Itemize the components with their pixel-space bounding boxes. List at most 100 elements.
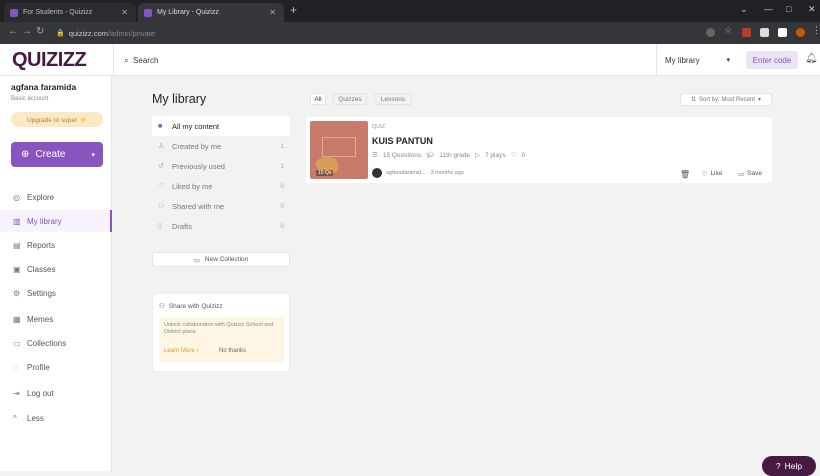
account-type: Basic account <box>11 96 49 102</box>
grade-icon: 🎓︎ <box>426 152 435 159</box>
sidebar-item-label: Profile <box>27 362 50 372</box>
sidebar-item-label: Memes <box>27 314 54 324</box>
sidebar-item-label: Reports <box>27 240 56 250</box>
filter-tab-lessons[interactable]: Lessons <box>374 93 412 105</box>
star-icon[interactable]: ☆ <box>724 25 733 35</box>
library-menu-label: Shared with me <box>172 201 225 211</box>
sidebar-item-reports[interactable]: ▤ Reports <box>0 234 112 256</box>
quiz-type-label: QUIZ <box>372 124 386 130</box>
back-icon[interactable]: ← <box>8 26 18 37</box>
share-icon[interactable] <box>706 28 715 37</box>
puzzle-icon[interactable] <box>760 28 769 37</box>
user-name: agfana faramida <box>11 82 77 92</box>
sidebar: agfana faramida Basic account Upgrade to… <box>0 76 112 471</box>
library-menu-label: Drafts <box>172 221 193 231</box>
thumbnail-question-count: 15 Qs <box>316 170 334 176</box>
tab-search-icon[interactable]: ⌄ <box>740 4 748 15</box>
minimize-icon[interactable]: — <box>764 4 773 14</box>
library-menu-label: Created by me <box>172 141 222 151</box>
sidebar-item-my-library[interactable]: ▥ My library <box>0 210 112 232</box>
library-menu-count: 1 <box>280 162 284 170</box>
trash-icon[interactable]: 🗑︎ <box>680 170 690 179</box>
search-input[interactable]: ⌕ Search <box>113 44 643 76</box>
page-title: My library <box>152 92 207 106</box>
library-menu-shared-with-me[interactable]: ⚇ Shared with me 0 <box>152 196 290 216</box>
sidebar-item-collections[interactable]: ▭ Collections <box>0 332 112 354</box>
folder-icon: ▭ <box>738 170 745 178</box>
arrow-right-icon: › <box>196 348 199 354</box>
like-button[interactable]: ♡ Like <box>696 167 728 180</box>
library-menu-liked-by-me[interactable]: ♡ Liked by me 0 <box>152 176 290 196</box>
new-tab-button[interactable]: + <box>290 3 297 17</box>
quiz-likes: 0 <box>521 151 526 159</box>
close-window-icon[interactable]: ✕ <box>808 4 816 15</box>
profile-avatar-icon[interactable] <box>796 28 805 37</box>
quiz-author: agfanafaramid... · 3 months ago <box>386 170 464 176</box>
extension-icon[interactable] <box>742 28 751 37</box>
no-thanks-link[interactable]: No thanks <box>219 348 246 354</box>
list-icon: ☰ <box>372 152 378 159</box>
avatar <box>372 168 382 178</box>
url-host: quizizz.com <box>68 28 108 38</box>
sort-icon: ⇅ <box>690 97 696 103</box>
sidebar-item-classes[interactable]: ▣ Classes <box>0 258 112 280</box>
filter-tab-all[interactable]: All <box>310 93 326 105</box>
learn-more-link[interactable]: Learn More › <box>164 348 198 354</box>
library-icon: ▥ <box>13 216 21 226</box>
search-placeholder: Search <box>133 55 159 65</box>
sidebar-item-label: Collections <box>27 338 67 348</box>
url-field[interactable]: 🔒 quizizz.com/admin/private <box>56 26 676 40</box>
reload-icon[interactable]: ↻ <box>36 26 44 37</box>
save-button[interactable]: ▭ Save <box>732 167 768 180</box>
browser-tab-students[interactable]: For Students - Quizizz ✕ <box>4 3 136 22</box>
new-collection-button[interactable]: ▭ New Collection <box>152 252 290 267</box>
library-menu-drafts[interactable]: ▯ Drafts 0 <box>152 216 290 236</box>
folder-icon: ▭ <box>13 338 21 348</box>
chevron-down-icon: ▾ <box>726 57 730 64</box>
enter-code-button[interactable]: Enter code <box>746 51 798 69</box>
chevron-down-icon: ▾ <box>758 97 762 103</box>
sidebar-item-profile[interactable]: ◌ Profile <box>0 356 112 378</box>
user-icon: ◌ <box>13 362 18 372</box>
library-select[interactable]: My library ▾ <box>656 44 738 76</box>
close-tab-icon[interactable]: ✕ <box>121 8 128 17</box>
sidebar-item-memes[interactable]: ▦ Memes <box>0 308 112 330</box>
library-menu-created-by-me[interactable]: ♙ Created by me 1 <box>152 136 290 156</box>
library-menu-previously-used[interactable]: ↺ Previously used 1 <box>152 156 290 176</box>
bell-icon[interactable]: 🔔︎ <box>805 53 818 64</box>
logout-icon: ⇥ <box>13 388 20 398</box>
filter-tab-quizzes[interactable]: Quizzes <box>333 93 367 105</box>
quiz-question-count: 15 Questions <box>382 151 422 159</box>
quiz-plays: 7 plays <box>485 151 506 159</box>
browser-address-bar: ← → ↻ 🔒 quizizz.com/admin/private ☆ ⋮ <box>0 22 820 44</box>
help-button[interactable]: ? Help <box>762 456 816 476</box>
sidebar-item-label: Less <box>27 413 44 423</box>
maximize-icon[interactable]: □ <box>786 4 791 14</box>
browser-tab-library[interactable]: My Library - Quizizz ✕ <box>138 3 284 22</box>
classes-icon: ▣ <box>13 264 21 274</box>
library-select-value: My library <box>665 55 700 65</box>
library-menu-label: All my content <box>172 121 220 131</box>
create-button[interactable]: ⊕ Create ▾ <box>11 142 103 167</box>
plus-circle-icon: ⊕ <box>21 149 30 160</box>
quiz-title[interactable]: KUIS PANTUN <box>372 136 433 146</box>
sidebar-icon[interactable] <box>778 28 787 37</box>
upgrade-button[interactable]: Upgrade to super ⚡ <box>11 112 103 127</box>
forward-icon[interactable]: → <box>22 26 32 37</box>
library-menu-all-content[interactable]: ■ All my content <box>152 116 290 136</box>
sidebar-item-settings[interactable]: ⚙ Settings <box>0 282 112 304</box>
sidebar-item-logout[interactable]: ⇥ Log out <box>0 382 112 404</box>
quizizz-logo[interactable]: QUIZIZZ <box>12 49 87 72</box>
sidebar-item-less[interactable]: ^ Less <box>0 407 112 429</box>
close-tab-icon[interactable]: ✕ <box>269 8 276 17</box>
shared-icon: ⚇ <box>158 203 165 210</box>
library-menu-count: 0 <box>280 182 284 190</box>
sidebar-item-explore[interactable]: ◎ Explore <box>0 186 112 208</box>
grid-icon: ■ <box>158 122 163 130</box>
quizizz-favicon <box>10 8 18 17</box>
heart-icon: ♡ <box>510 152 517 159</box>
quiz-thumbnail[interactable]: 15 Qs <box>310 121 368 179</box>
sort-select[interactable]: ⇅ Sort by: Most Recent ▾ <box>680 93 772 106</box>
menu-kebab-icon[interactable]: ⋮ <box>812 25 820 35</box>
create-label: Create <box>35 149 66 160</box>
